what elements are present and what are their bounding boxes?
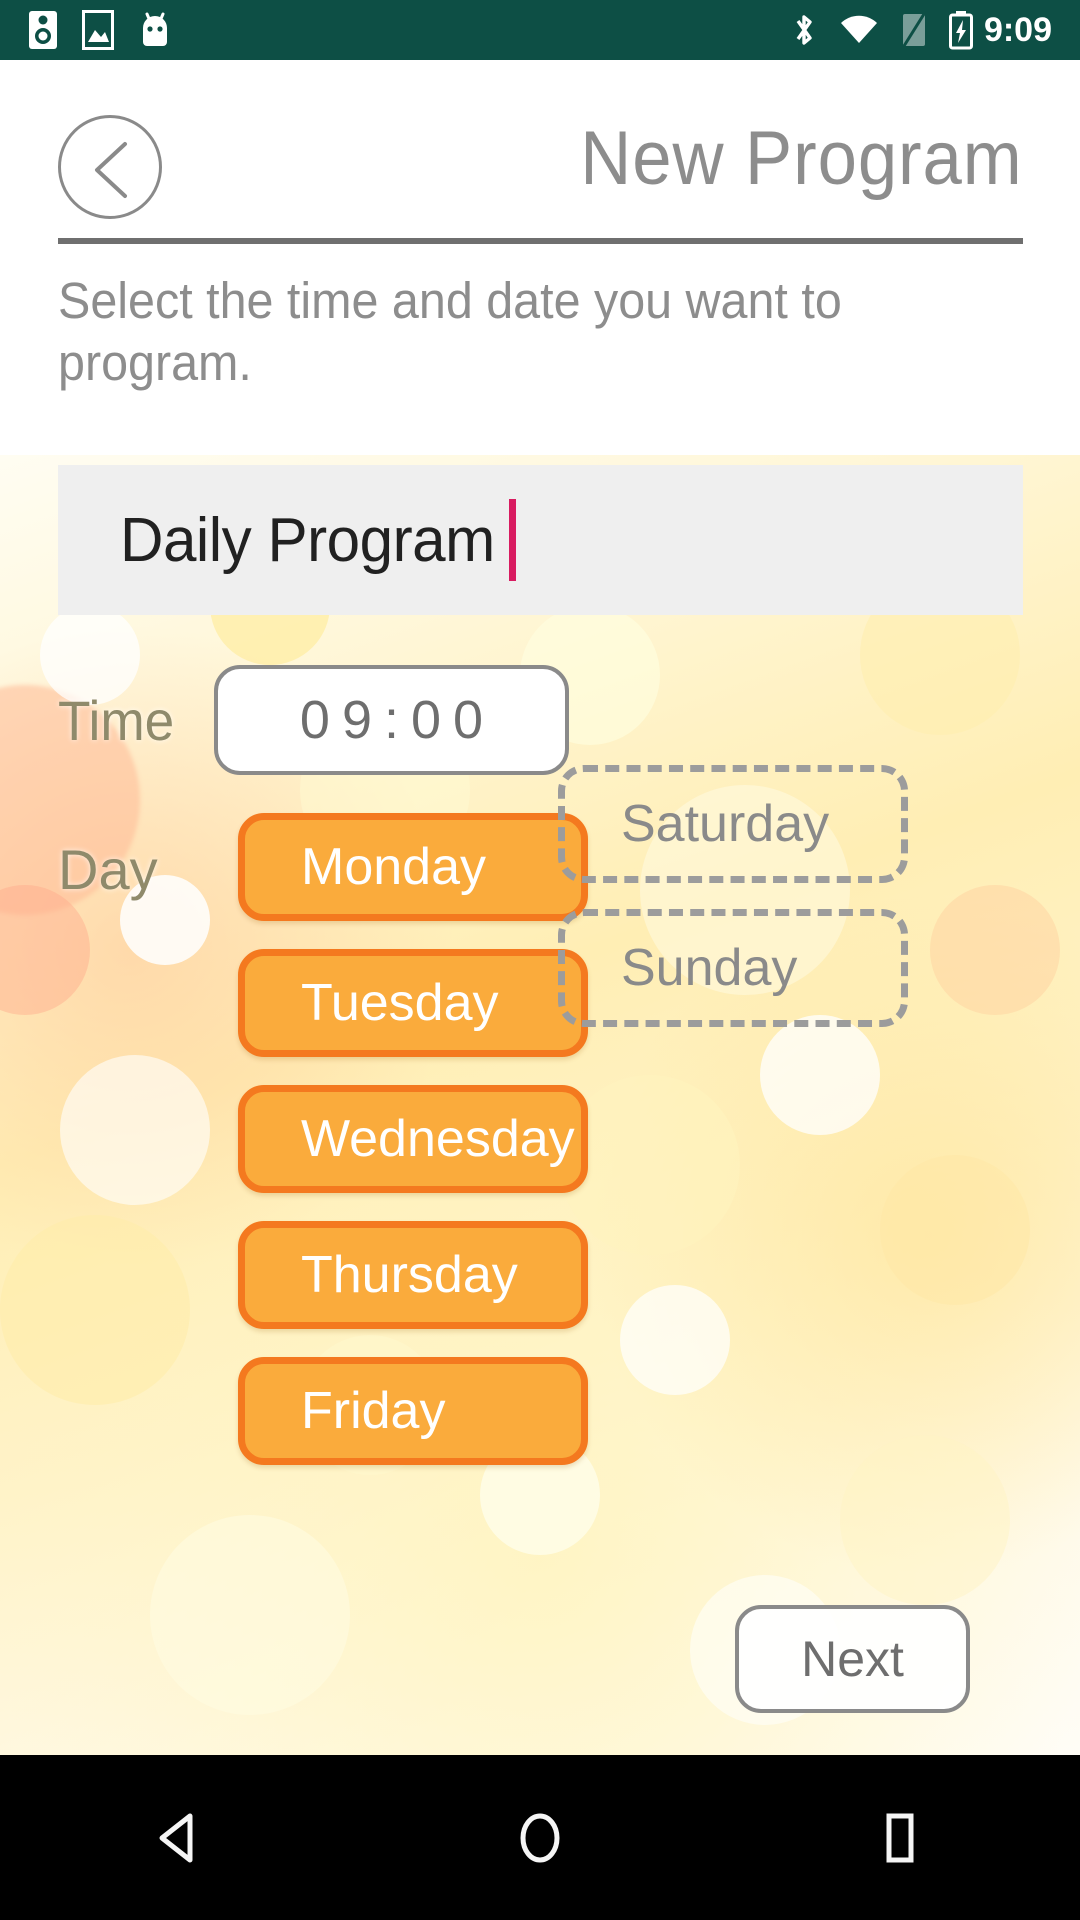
day-button-friday[interactable]: Friday <box>238 1357 588 1465</box>
day-button-sunday[interactable]: Sunday <box>558 909 908 1027</box>
day-button-saturday[interactable]: Saturday <box>558 765 908 883</box>
sim-card-icon <box>902 13 926 47</box>
weekday-column: Monday Tuesday Wednesday Thursday Friday <box>238 813 588 1493</box>
nav-recents-button[interactable] <box>800 1755 1000 1920</box>
circle-home-icon <box>520 1813 560 1862</box>
nav-home-button[interactable] <box>440 1755 640 1920</box>
battery-charging-icon <box>948 11 973 50</box>
nav-back-button[interactable] <box>80 1755 280 1920</box>
day-button-label: Wednesday <box>301 1110 575 1168</box>
status-bar-clock: 9:09 <box>983 10 1052 49</box>
time-picker-field[interactable]: 09:00 <box>214 665 569 775</box>
wifi-icon <box>840 15 877 44</box>
android-robot-icon <box>143 12 167 46</box>
day-button-label: Monday <box>301 838 486 896</box>
time-label: Time <box>58 688 175 752</box>
next-button[interactable]: Next <box>735 1605 970 1713</box>
android-nav-bar <box>0 1755 1080 1920</box>
square-recents-icon <box>886 1813 914 1862</box>
bluetooth-icon <box>796 15 812 45</box>
day-button-label: Thursday <box>301 1246 518 1304</box>
day-label-wrap: Day <box>58 837 158 902</box>
status-bar-left-icons <box>28 10 172 50</box>
day-button-wednesday[interactable]: Wednesday <box>238 1085 588 1193</box>
day-button-tuesday[interactable]: Tuesday <box>238 949 588 1057</box>
header-divider <box>58 238 1023 244</box>
page-title: New Program <box>580 116 1023 201</box>
day-button-label: Saturday <box>621 795 830 853</box>
day-label: Day <box>58 838 158 901</box>
page-subtitle: Select the time and date you want to pro… <box>58 272 842 391</box>
triangle-back-icon <box>159 1813 193 1862</box>
time-value: 09:00 <box>299 690 496 750</box>
title-row: New Program <box>58 115 1023 220</box>
speaker-icon <box>29 11 57 49</box>
status-bar-right-icons <box>790 10 974 50</box>
day-button-label: Sunday <box>621 939 798 997</box>
page-header: New Program Select the time and date you… <box>0 60 1080 455</box>
back-chevron-icon <box>95 142 127 198</box>
status-bar: 9:09 <box>0 0 1080 60</box>
image-icon <box>82 10 114 50</box>
next-button-label: Next <box>801 1631 904 1687</box>
day-button-monday[interactable]: Monday <box>238 813 588 921</box>
weekend-column: Saturday Sunday <box>558 765 908 1053</box>
day-button-label: Friday <box>301 1382 446 1440</box>
day-button-thursday[interactable]: Thursday <box>238 1221 588 1329</box>
day-button-label: Tuesday <box>301 974 499 1032</box>
main-content: Time 09:00 Day Monday Tuesday Wednesday … <box>0 455 1080 1755</box>
back-button[interactable] <box>58 115 162 219</box>
time-row: Time 09:00 <box>58 665 1038 775</box>
